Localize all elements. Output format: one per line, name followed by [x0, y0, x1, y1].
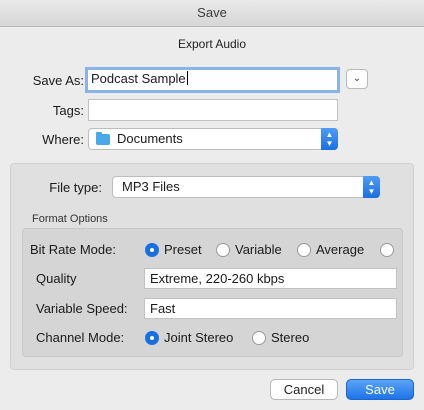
- dialog-subtitle: Export Audio: [177, 37, 247, 51]
- radio-variable[interactable]: Variable: [216, 242, 282, 258]
- file-type-label: File type:: [49, 180, 102, 195]
- radio-unselected-icon: [380, 243, 394, 257]
- save-as-field[interactable]: Podcast Sample: [85, 67, 340, 93]
- cancel-button[interactable]: Cancel: [270, 379, 338, 400]
- where-label: Where:: [42, 132, 84, 147]
- radio-selected-icon: [145, 331, 159, 345]
- expand-dialog-button[interactable]: ⌄: [346, 69, 368, 89]
- tags-label: Tags:: [52, 103, 84, 118]
- where-popup[interactable]: Documents ▲ ▼: [88, 128, 338, 150]
- variable-speed-label: Variable Speed:: [36, 301, 128, 316]
- channel-mode-label: Channel Mode:: [36, 330, 125, 345]
- radio-average[interactable]: Average: [297, 242, 364, 258]
- save-as-value: Podcast Sample: [91, 71, 186, 86]
- save-button[interactable]: Save: [346, 379, 414, 400]
- quality-label: Quality: [36, 271, 77, 286]
- folder-icon: [96, 132, 110, 145]
- file-type-value: MP3 Files: [122, 179, 180, 194]
- up-down-arrows-icon: ▲ ▼: [321, 128, 338, 150]
- quality-field[interactable]: Extreme, 220-260 kbps: [144, 268, 397, 289]
- radio-unselected-icon: [297, 243, 311, 257]
- radio-unselected-icon: [252, 331, 266, 345]
- radio-stereo[interactable]: Stereo: [252, 330, 309, 346]
- radio-joint-stereo[interactable]: Joint Stereo: [145, 330, 233, 346]
- where-value: Documents: [117, 131, 183, 146]
- chevron-down-icon: ⌄: [352, 73, 362, 84]
- save-as-label: Save As:: [32, 73, 84, 88]
- radio-preset[interactable]: Preset: [145, 242, 202, 258]
- file-type-popup[interactable]: MP3 Files ▲ ▼: [112, 176, 380, 198]
- radio-constant[interactable]: [380, 242, 399, 258]
- text-caret: [186, 71, 188, 85]
- radio-unselected-icon: [216, 243, 230, 257]
- format-options-caption: Format Options: [32, 213, 108, 225]
- bit-rate-mode-label: Bit Rate Mode:: [30, 242, 116, 257]
- tags-field[interactable]: [88, 99, 338, 121]
- window-title: Save: [0, 0, 424, 27]
- radio-selected-icon: [145, 243, 159, 257]
- variable-speed-field[interactable]: Fast: [144, 298, 397, 319]
- up-down-arrows-icon: ▲ ▼: [363, 176, 380, 198]
